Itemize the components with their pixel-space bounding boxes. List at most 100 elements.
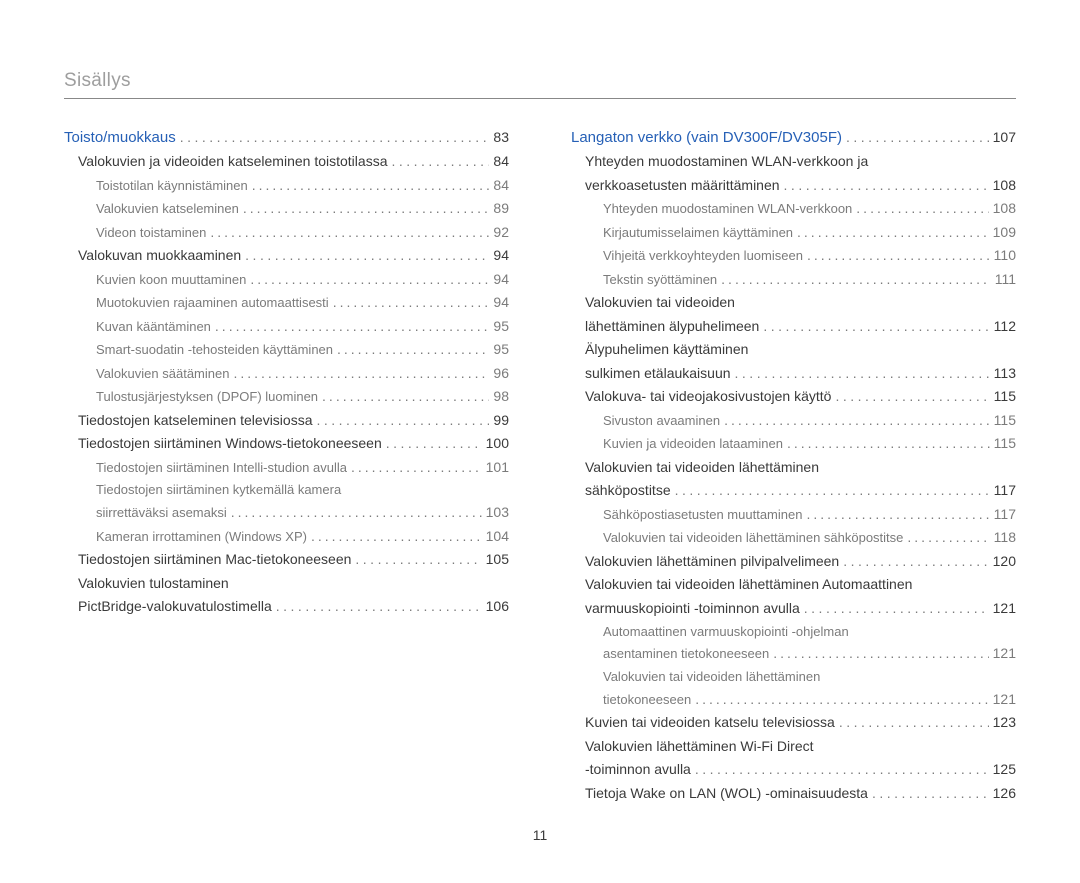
toc-entry-title: Toistotilan käynnistäminen [96,175,248,197]
toc-entry-title: Valokuva- tai videojakosivustojen käyttö [585,385,831,409]
toc-entry-title: Kameran irrottaminen (Windows XP) [96,526,307,548]
toc-entry-title: Kuvan kääntäminen [96,316,211,338]
toc-entry-title: Tulostusjärjestyksen (DPOF) luominen [96,386,318,408]
toc-entry[interactable]: Valokuvan muokkaaminen94 [78,244,509,268]
toc-entry[interactable]: -toiminnon avulla125 [585,758,1016,782]
toc-entry[interactable]: Tiedostojen siirtäminen Intelli-studion … [96,456,509,480]
leader-dots [231,501,482,525]
leader-dots [735,362,990,386]
toc-entry[interactable]: Kuvien koon muuttaminen94 [96,268,509,292]
leader-dots [807,244,990,268]
toc-entry[interactable]: Automaattinen varmuuskopiointi -ohjelman [603,621,1016,643]
leader-dots [243,197,490,221]
leader-dots [846,126,989,150]
toc-entry-page: 108 [993,197,1016,221]
toc-entry[interactable]: Muotokuvien rajaaminen automaattisesti94 [96,291,509,315]
toc-entry-page: 83 [493,126,509,150]
toc-entry-title: Kuvien koon muuttaminen [96,269,246,291]
toc-entry[interactable]: varmuuskopiointi -toiminnon avulla121 [585,597,1016,621]
toc-entry[interactable]: Valokuvien säätäminen 96 [96,362,509,386]
toc-entry-page: 96 [493,362,509,386]
toc-entry[interactable]: Kuvien ja videoiden lataaminen115 [603,432,1016,456]
toc-entry[interactable]: Yhteyden muodostaminen WLAN-verkkoon ja [585,150,1016,174]
toc-entry-title: Vihjeitä verkkoyhteyden luomiseen [603,245,803,267]
toc-entry[interactable]: Valokuvien katseleminen89 [96,197,509,221]
toc-entry-page: 117 [994,503,1016,527]
toc-entry[interactable]: Vihjeitä verkkoyhteyden luomiseen110 [603,244,1016,268]
toc-entry-title: verkkoasetusten määrittäminen [585,174,780,198]
toc-entry-title: Valokuvien ja videoiden katseleminen toi… [78,150,387,174]
toc-entry-page: 117 [994,479,1016,503]
toc-entry[interactable]: lähettäminen älypuhelimeen112 [585,315,1016,339]
toc-entry[interactable]: Valokuvien ja videoiden katseleminen toi… [78,150,509,174]
toc-entry-title: sähköpostitse [585,479,671,503]
toc-column-left: Toisto/muokkaus83Valokuvien ja videoiden… [64,125,509,805]
toc-entry[interactable]: Yhteyden muodostaminen WLAN-verkkoon108 [603,197,1016,221]
toc-entry[interactable]: Valokuvien tai videoiden lähettäminen [585,456,1016,480]
toc-entry[interactable]: Sivuston avaaminen115 [603,409,1016,433]
toc-entry[interactable]: Valokuvien lähettäminen Wi-Fi Direct [585,735,1016,759]
toc-entry[interactable]: tietokoneeseen 121 [603,688,1016,712]
toc-entry[interactable]: Kuvan kääntäminen95 [96,315,509,339]
toc-entry-title: Kuvien tai videoiden katselu televisioss… [585,711,835,735]
leader-dots [839,711,989,735]
toc-entry[interactable]: Älypuhelimen käyttäminen [585,338,1016,362]
toc-entry[interactable]: Tiedostojen katseleminen televisiossa99 [78,409,509,433]
toc-entry[interactable]: Tulostusjärjestyksen (DPOF) luominen98 [96,385,509,409]
leader-dots [787,432,990,456]
toc-entry[interactable]: siirrettäväksi asemaksi103 [96,501,509,525]
page-number: 11 [64,827,1016,843]
toc-entry[interactable]: sulkimen etälaukaisuun113 [585,362,1016,386]
toc-entry-page: 120 [993,550,1016,574]
toc-entry[interactable]: Tiedostojen siirtäminen Mac-tietokoneese… [78,548,509,572]
toc-entry-page: 109 [993,221,1016,245]
toc-entry[interactable]: Kirjautumisselaimen käyttäminen109 [603,221,1016,245]
leader-dots [843,550,988,574]
toc-entry[interactable]: Valokuvien lähettäminen pilvipalvelimeen… [585,550,1016,574]
toc-entry[interactable]: sähköpostitse 117 [585,479,1016,503]
toc-entry-title: tietokoneeseen [603,689,691,711]
toc-entry[interactable]: Smart-suodatin -tehosteiden käyttäminen9… [96,338,509,362]
toc-entry-title: Valokuvien säätäminen [96,363,229,385]
toc-entry-page: 94 [493,291,509,315]
toc-entry[interactable]: Kameran irrottaminen (Windows XP)104 [96,525,509,549]
toc-entry[interactable]: Toistotilan käynnistäminen84 [96,174,509,198]
toc-entry-page: 123 [993,711,1016,735]
toc-entry-title: Videon toistaminen [96,222,206,244]
toc-entry[interactable]: Valokuvien tai videoiden lähettäminen sä… [603,526,1016,550]
toc-entry[interactable]: Valokuva- tai videojakosivustojen käyttö… [585,385,1016,409]
toc-entry[interactable]: Valokuvien tai videoiden [585,291,1016,315]
toc-entry[interactable]: Tiedostojen siirtäminen Windows-tietokon… [78,432,509,456]
leader-dots [797,221,989,245]
toc-entry[interactable]: Langaton verkko (vain DV300F/DV305F)107 [571,125,1016,150]
toc-entry-page: 99 [493,409,509,433]
toc-entry[interactable]: Tekstin syöttäminen111 [603,268,1016,292]
toc-entry[interactable]: Tiedostojen siirtäminen kytkemällä kamer… [96,479,509,501]
toc-entry[interactable]: PictBridge-valokuvatulostimella106 [78,595,509,619]
toc-entry[interactable]: asentaminen tietokoneeseen121 [603,642,1016,666]
toc-entry-page: 101 [486,456,509,480]
leader-dots [337,338,489,362]
toc-entry[interactable]: Toisto/muokkaus83 [64,125,509,150]
toc-entry[interactable]: verkkoasetusten määrittäminen 108 [585,174,1016,198]
leader-dots [233,362,489,386]
leader-dots [252,174,490,198]
leader-dots [804,597,989,621]
leader-dots [695,758,989,782]
toc-entry[interactable]: Valokuvien tai videoiden lähettäminen [603,666,1016,688]
toc-entry[interactable]: Valokuvien tulostaminen [78,572,509,596]
toc-entry-title: lähettäminen älypuhelimeen [585,315,759,339]
toc-entry[interactable]: Tietoja Wake on LAN (WOL) -ominaisuudest… [585,782,1016,806]
toc-entry-title: varmuuskopiointi -toiminnon avulla [585,597,800,621]
toc-entry-title: siirrettäväksi asemaksi [96,502,227,524]
toc-entry-page: 121 [993,688,1016,712]
toc-entry[interactable]: Valokuvien tai videoiden lähettäminen Au… [585,573,1016,597]
toc-entry[interactable]: Kuvien tai videoiden katselu televisioss… [585,711,1016,735]
toc-entry[interactable]: Sähköpostiasetusten muuttaminen117 [603,503,1016,527]
toc-entry-title: Valokuvien lähettäminen Wi-Fi Direct [585,735,814,759]
toc-entry[interactable]: Videon toistaminen92 [96,221,509,245]
toc-entry-page: 108 [993,174,1016,198]
toc-entry-title: Langaton verkko (vain DV300F/DV305F) [571,125,842,150]
leader-dots [872,782,989,806]
leader-dots [355,548,481,572]
